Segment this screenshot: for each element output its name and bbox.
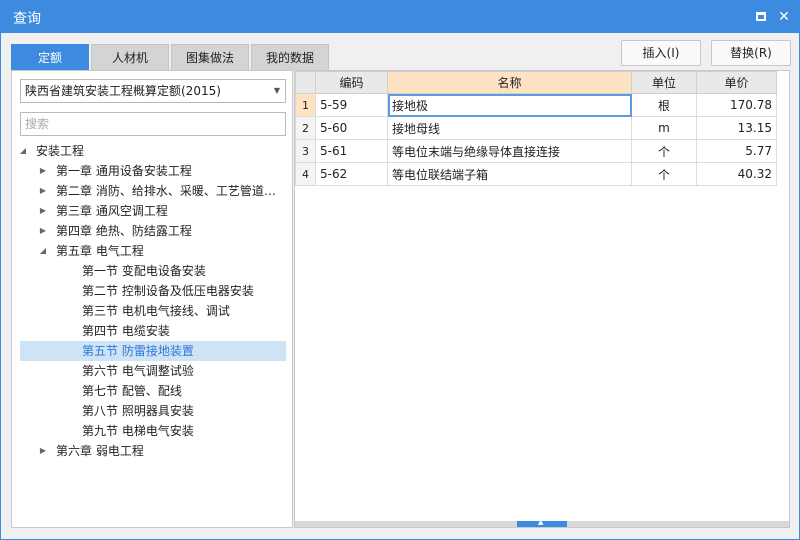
tree-leaf-item[interactable]: 第一节 变配电设备安装 <box>20 261 286 281</box>
cell-code[interactable]: 5-60 <box>315 116 388 140</box>
left-panel: 陕西省建筑安装工程概算定额(2015) ▼ ◢ 安装工程 ▶ 第一章 通用设备安装工程… <box>11 70 293 528</box>
right-panel: 编码 名称 单位 单价 1 5-59 接地极 根 170.78 2 5-60 接 <box>294 70 790 528</box>
tree-node-label: 第六章 弱电工程 <box>56 444 144 458</box>
tree-leaf-item[interactable]: 第五节 防雷接地装置 <box>20 341 286 361</box>
cell-code[interactable]: 5-62 <box>315 162 388 186</box>
cell-code[interactable]: 5-61 <box>315 139 388 163</box>
tab-atlas-method[interactable]: 图集做法 <box>171 44 249 70</box>
quota-library-select[interactable]: 陕西省建筑安装工程概算定额(2015) ▼ <box>20 79 286 103</box>
column-header-unit[interactable]: 单位 <box>631 71 697 94</box>
table-row[interactable]: 3 5-61 等电位末端与绝缘导体直接连接 个 5.77 <box>295 139 777 163</box>
cell-price[interactable]: 170.78 <box>696 93 777 117</box>
title-bar[interactable]: 查询 ✕ <box>1 1 799 33</box>
search-input[interactable] <box>20 112 286 136</box>
tree-node[interactable]: ▶ 第三章 通风空调工程 <box>20 201 286 221</box>
column-header-name[interactable]: 名称 <box>387 71 632 94</box>
dropdown-arrow-icon: ▼ <box>273 86 280 95</box>
tree-node-label: 第七节 配管、配线 <box>82 384 182 398</box>
tree-node[interactable]: ◢ 第五章 电气工程 <box>20 241 286 261</box>
expand-arrow-icon[interactable]: ▶ <box>38 201 48 221</box>
tree-node-label: 第四节 电缆安装 <box>82 324 170 338</box>
tree-leaf-item[interactable]: 第三节 电机电气接线、调试 <box>20 301 286 321</box>
insert-button[interactable]: 插入(I) <box>621 40 701 66</box>
close-button[interactable]: ✕ <box>774 7 794 27</box>
column-header-price[interactable]: 单价 <box>696 71 777 94</box>
close-icon: ✕ <box>778 9 790 25</box>
tree-node-label: 第五章 电气工程 <box>56 244 144 258</box>
tree-node-label: 第二章 消防、给排水、采暖、工艺管道… <box>56 184 276 198</box>
tree-node-label: 安装工程 <box>36 144 85 158</box>
cell-unit[interactable]: 根 <box>631 93 697 117</box>
tree-node[interactable]: ▶ 第二章 消防、给排水、采暖、工艺管道… <box>20 181 286 201</box>
cell-name[interactable]: 等电位联结端子箱 <box>387 162 632 186</box>
tree-leaf-item[interactable]: 第九节 电梯电气安装 <box>20 421 286 441</box>
cell-unit[interactable]: 个 <box>631 162 697 186</box>
expand-arrow-icon[interactable]: ▶ <box>38 181 48 201</box>
maximize-button[interactable] <box>751 7 771 27</box>
cell-code[interactable]: 5-59 <box>315 93 388 117</box>
tree-node-label: 第五节 防雷接地装置 <box>82 344 194 358</box>
tree-node-label: 第八节 照明器具安装 <box>82 404 194 418</box>
row-number: 1 <box>295 93 316 117</box>
tab-quota[interactable]: 定额 <box>11 44 89 70</box>
tree-node-label: 第三章 通风空调工程 <box>56 204 168 218</box>
table-row[interactable]: 2 5-60 接地母线 m 13.15 <box>295 116 777 140</box>
expand-arrow-icon[interactable]: ▶ <box>38 221 48 241</box>
splitter-handle[interactable]: ▲ <box>517 518 567 527</box>
collapse-arrow-icon[interactable]: ◢ <box>18 141 28 161</box>
cell-unit[interactable]: 个 <box>631 139 697 163</box>
cell-unit[interactable]: m <box>631 116 697 140</box>
tree-node-label: 第六节 电气调整试验 <box>82 364 194 378</box>
tree-leaf-item[interactable]: 第四节 电缆安装 <box>20 321 286 341</box>
tree-node-label: 第九节 电梯电气安装 <box>82 424 194 438</box>
panel-splitter[interactable]: ▲ <box>295 518 789 527</box>
tree-leaf-item[interactable]: 第六节 电气调整试验 <box>20 361 286 381</box>
chevron-up-icon: ▲ <box>538 518 544 526</box>
row-number: 2 <box>295 116 316 140</box>
tab-my-data[interactable]: 我的数据 <box>251 44 329 70</box>
tree-node-label: 第三节 电机电气接线、调试 <box>82 304 230 318</box>
tree-leaf-item[interactable]: 第七节 配管、配线 <box>20 381 286 401</box>
tree-leaf-item[interactable]: 第二节 控制设备及低压电器安装 <box>20 281 286 301</box>
cell-name[interactable]: 等电位末端与绝缘导体直接连接 <box>387 139 632 163</box>
tree-node[interactable]: ▶ 第六章 弱电工程 <box>20 441 286 461</box>
cell-price[interactable]: 13.15 <box>696 116 777 140</box>
row-number: 3 <box>295 139 316 163</box>
tree-node-label: 第一节 变配电设备安装 <box>82 264 206 278</box>
tree-node-label: 第一章 通用设备安装工程 <box>56 164 192 178</box>
expand-arrow-icon[interactable]: ▶ <box>38 441 48 461</box>
collapse-arrow-icon[interactable]: ◢ <box>38 241 48 261</box>
cell-price[interactable]: 5.77 <box>696 139 777 163</box>
corner-header <box>295 71 316 94</box>
query-window: 查询 ✕ 定额 人材机 图集做法 我的数据 插入(I) 替换(R) 陕西省建筑安… <box>0 0 800 540</box>
column-header-code[interactable]: 编码 <box>315 71 388 94</box>
table-row[interactable]: 1 5-59 接地极 根 170.78 <box>295 93 777 117</box>
tree-node[interactable]: ◢ 安装工程 <box>20 141 286 161</box>
expand-arrow-icon[interactable]: ▶ <box>38 161 48 181</box>
tree-leaf-item[interactable]: 第八节 照明器具安装 <box>20 401 286 421</box>
row-number: 4 <box>295 162 316 186</box>
replace-button[interactable]: 替换(R) <box>711 40 791 66</box>
table-row[interactable]: 4 5-62 等电位联结端子箱 个 40.32 <box>295 162 777 186</box>
tree-node[interactable]: ▶ 第四章 绝热、防结露工程 <box>20 221 286 241</box>
window-title: 查询 <box>13 11 41 27</box>
quota-table: 编码 名称 单位 单价 1 5-59 接地极 根 170.78 2 5-60 接 <box>295 71 777 186</box>
maximize-icon <box>756 12 766 21</box>
table-header-row: 编码 名称 单位 单价 <box>295 71 777 94</box>
cell-name[interactable]: 接地母线 <box>387 116 632 140</box>
quota-library-value: 陕西省建筑安装工程概算定额(2015) <box>25 84 221 98</box>
cell-price[interactable]: 40.32 <box>696 162 777 186</box>
tree-node-label: 第四章 绝热、防结露工程 <box>56 224 192 238</box>
tree-node[interactable]: ▶ 第一章 通用设备安装工程 <box>20 161 286 181</box>
tree-node-label: 第二节 控制设备及低压电器安装 <box>82 284 254 298</box>
tab-labor-material-machine[interactable]: 人材机 <box>91 44 169 70</box>
cell-name[interactable]: 接地极 <box>387 93 632 117</box>
